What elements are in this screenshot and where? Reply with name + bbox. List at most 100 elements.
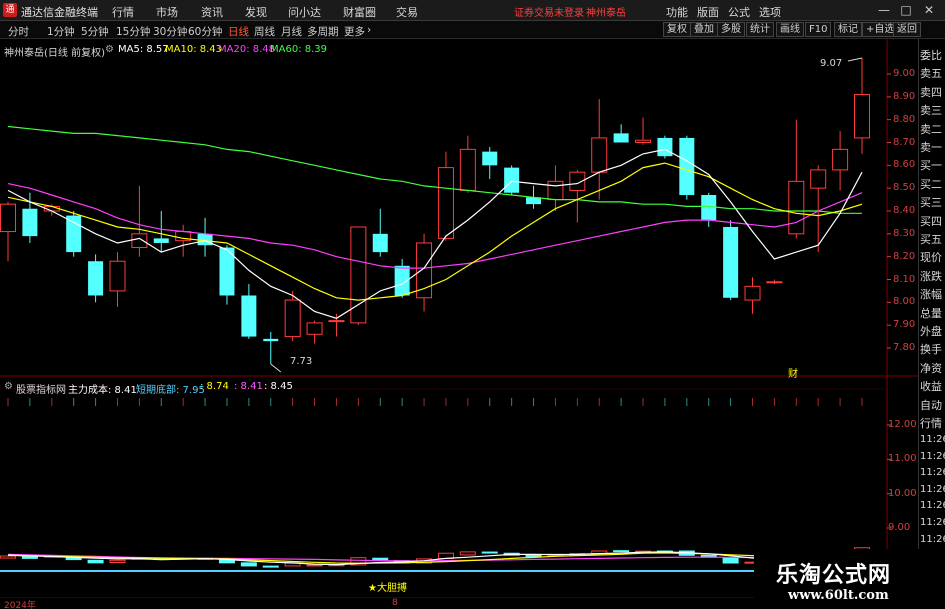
menu-discover[interactable]: 发现: [245, 4, 267, 20]
menu-market[interactable]: 市场: [156, 4, 178, 20]
event-marker[interactable]: 财: [788, 365, 798, 380]
side-tab[interactable]: 现价: [920, 249, 945, 265]
side-tab[interactable]: 收益: [920, 378, 945, 394]
side-tab[interactable]: 涨幅: [920, 286, 945, 302]
settings-icon[interactable]: ⚙: [105, 44, 114, 55]
indicator-bar: [0, 555, 16, 559]
draw-line-button[interactable]: 画线: [776, 22, 804, 37]
close-icon[interactable]: ✕: [921, 2, 937, 18]
period-intraday[interactable]: 分时: [8, 24, 29, 39]
side-tab[interactable]: 涨跌: [920, 268, 945, 284]
kline-chart[interactable]: [0, 39, 918, 597]
period-5min[interactable]: 5分钟: [81, 24, 109, 39]
indicator-bar: [525, 554, 542, 557]
watermark-title: 乐淘公式网: [776, 562, 892, 588]
period-15min[interactable]: 15分钟: [116, 24, 150, 39]
indicator-axis-tick: 10.00: [888, 487, 917, 499]
candle-down: [482, 151, 498, 166]
candle-down: [679, 137, 695, 196]
menu-trade[interactable]: 交易: [396, 4, 418, 20]
candle-up: [635, 139, 652, 144]
stock-title: 神州泰岳(日线 前复权): [4, 48, 105, 59]
side-tab[interactable]: 买二: [920, 176, 945, 192]
minimize-icon[interactable]: —: [876, 2, 892, 18]
tick-time: 11:26: [920, 517, 945, 528]
tick-time: 11:26: [920, 467, 945, 479]
notice-stock-name[interactable]: 神州泰岳: [586, 4, 626, 19]
indicator-value-1: : 8.74: [200, 381, 229, 392]
period-30min[interactable]: 30分钟: [153, 24, 187, 39]
candle-up: [416, 242, 433, 299]
candle-up: [306, 322, 323, 335]
candle-down: [88, 261, 104, 296]
tick-time: 11:26: [920, 434, 945, 445]
side-tab[interactable]: 买三: [920, 194, 945, 210]
price-axis-tick: 7.90: [893, 319, 916, 331]
indicator-cost: 主力成本: 8.41: [68, 385, 137, 396]
candle-up: [328, 320, 345, 323]
indicator-bar: [613, 550, 630, 553]
maximize-icon[interactable]: □: [898, 2, 914, 18]
period-more[interactable]: 更多: [344, 24, 365, 39]
indicator-settings-icon[interactable]: ⚙: [4, 381, 13, 392]
f10-button[interactable]: F10: [805, 22, 832, 37]
indicator-axis-tick: 11.00: [888, 453, 917, 465]
period-weekly[interactable]: 周线: [254, 24, 275, 39]
back-button[interactable]: 返回: [893, 22, 921, 37]
menu-wealth-circle[interactable]: 财富圈: [343, 4, 376, 20]
side-tab[interactable]: 卖五: [920, 65, 945, 81]
side-tab[interactable]: 卖三: [920, 102, 945, 118]
signal-label: ★大胆搏: [368, 583, 407, 594]
tick-time: 11:26: [920, 500, 945, 512]
period-1min[interactable]: 1分钟: [47, 24, 75, 39]
indicator-bar: [306, 564, 323, 567]
side-tab[interactable]: 买一: [920, 157, 945, 173]
period-multi[interactable]: 多周期: [307, 24, 339, 39]
menu-news[interactable]: 资讯: [201, 4, 223, 20]
ma10-label: MA10: 8.43: [165, 44, 223, 55]
candle-up: [459, 148, 476, 191]
menu-function[interactable]: 功能: [666, 4, 688, 20]
side-tab[interactable]: 卖二: [920, 121, 945, 137]
side-tab[interactable]: 卖四: [920, 84, 945, 100]
side-tab[interactable]: 自动: [920, 397, 945, 413]
period-60min[interactable]: 60分钟: [188, 24, 222, 39]
menu-layout[interactable]: 版面: [697, 4, 719, 20]
candle-down: [263, 338, 279, 342]
price-axis-tick: 8.00: [893, 296, 916, 308]
candle-down: [241, 295, 257, 337]
multi-stock-button[interactable]: 多股: [717, 22, 745, 37]
candle-down: [723, 226, 739, 298]
side-tab[interactable]: 委比: [920, 47, 945, 63]
side-tab[interactable]: 总量: [920, 305, 945, 321]
high-marker-line: [847, 57, 863, 62]
side-tab[interactable]: 卖一: [920, 139, 945, 155]
login-notice[interactable]: 证券交易未登录: [514, 4, 584, 19]
chevron-right-icon[interactable]: ›: [367, 24, 371, 36]
candle-up: [788, 180, 805, 235]
period-daily[interactable]: 日线: [228, 24, 249, 39]
side-tab[interactable]: 买四: [920, 213, 945, 229]
high-price-marker: 9.07: [820, 58, 843, 69]
side-tab[interactable]: 外盘: [920, 323, 945, 339]
candle-down: [372, 233, 388, 253]
menu-quotes[interactable]: 行情: [112, 4, 134, 20]
side-tab[interactable]: 买五: [920, 231, 945, 247]
statistics-button[interactable]: 统计: [746, 22, 774, 37]
adjust-button[interactable]: 复权: [663, 22, 691, 37]
side-tab[interactable]: 换手: [920, 341, 945, 357]
period-monthly[interactable]: 月线: [281, 24, 302, 39]
menu-wenxiaoda[interactable]: 问小达: [288, 4, 321, 20]
side-tab[interactable]: 行情: [920, 415, 945, 431]
price-axis-tick: 8.70: [893, 136, 916, 148]
indicator-value-3: : 8.45: [264, 381, 293, 392]
menu-options[interactable]: 选项: [759, 4, 781, 20]
menu-formula[interactable]: 公式: [728, 4, 750, 20]
indicator-bar: [87, 559, 104, 564]
candle-up: [131, 233, 148, 249]
candle-down: [613, 133, 629, 143]
side-tab[interactable]: 净资: [920, 360, 945, 376]
overlay-button[interactable]: 叠加: [690, 22, 718, 37]
candle-up: [547, 180, 564, 201]
mark-button[interactable]: 标记: [834, 22, 862, 37]
